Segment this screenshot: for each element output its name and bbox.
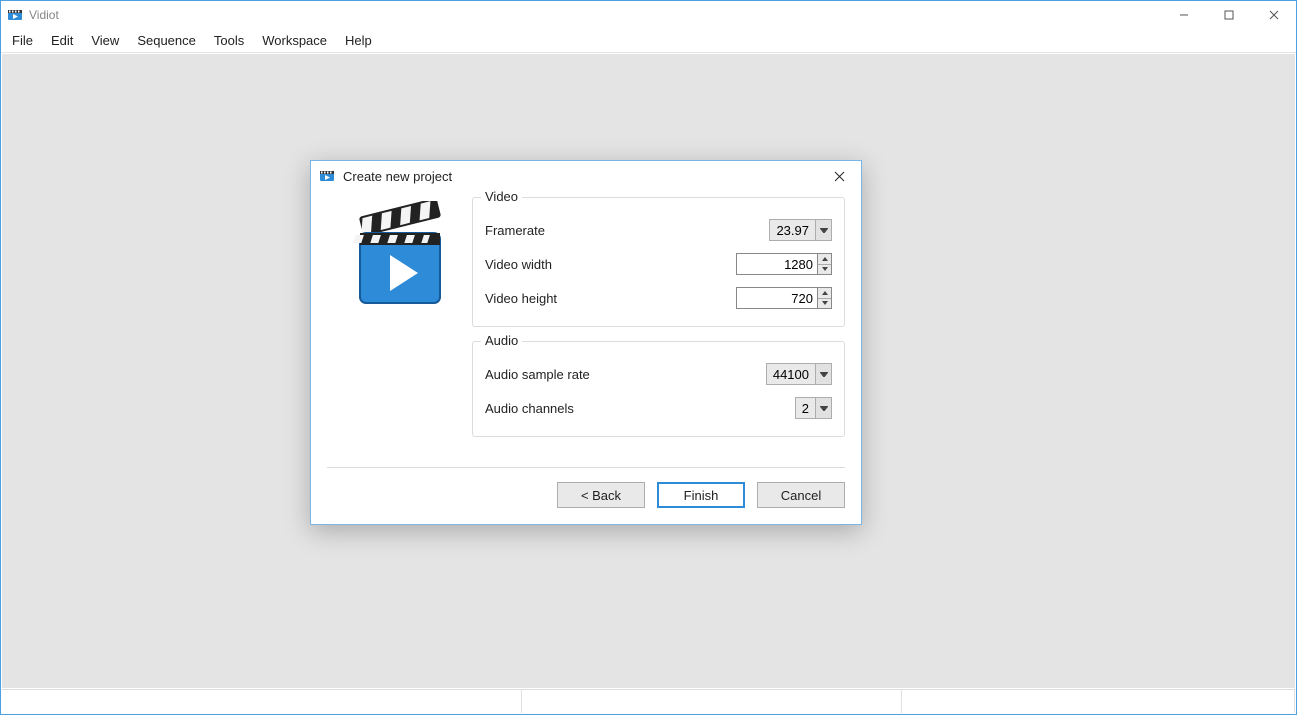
close-button[interactable]: [1251, 1, 1296, 29]
video-height-value: 720: [737, 288, 817, 308]
framerate-label: Framerate: [485, 223, 769, 238]
channels-select[interactable]: 2: [795, 397, 832, 419]
app-icon: [7, 7, 23, 23]
dialog-buttons: < Back Finish Cancel: [311, 468, 861, 524]
titlebar: Vidiot: [1, 1, 1296, 29]
status-cell: [2, 690, 522, 713]
audio-group: Audio Audio sample rate 44100 Audio chan…: [472, 341, 845, 437]
dialog-titlebar: Create new project: [311, 161, 861, 191]
menu-tools[interactable]: Tools: [205, 30, 253, 51]
samplerate-select[interactable]: 44100: [766, 363, 832, 385]
spin-up-icon[interactable]: [818, 288, 831, 299]
back-button[interactable]: < Back: [557, 482, 645, 508]
menu-sequence[interactable]: Sequence: [128, 30, 205, 51]
menu-file[interactable]: File: [3, 30, 42, 51]
framerate-select[interactable]: 23.97: [769, 219, 832, 241]
dialog-close-button[interactable]: [819, 162, 859, 190]
menubar: File Edit View Sequence Tools Workspace …: [1, 29, 1296, 53]
minimize-button[interactable]: [1161, 1, 1206, 29]
status-cell: [902, 690, 1295, 713]
app-title: Vidiot: [29, 8, 59, 22]
video-width-label: Video width: [485, 257, 736, 272]
video-width-value: 1280: [737, 254, 817, 274]
cancel-button[interactable]: Cancel: [757, 482, 845, 508]
video-height-label: Video height: [485, 291, 736, 306]
maximize-button[interactable]: [1206, 1, 1251, 29]
audio-legend: Audio: [481, 333, 522, 348]
video-width-stepper[interactable]: 1280: [736, 253, 832, 275]
dialog-title: Create new project: [343, 169, 819, 184]
finish-button[interactable]: Finish: [657, 482, 745, 508]
samplerate-value: 44100: [767, 367, 815, 382]
samplerate-label: Audio sample rate: [485, 367, 766, 382]
statusbar: [2, 689, 1295, 713]
spin-down-icon[interactable]: [818, 265, 831, 275]
menu-edit[interactable]: Edit: [42, 30, 82, 51]
chevron-down-icon: [815, 220, 831, 240]
framerate-value: 23.97: [770, 223, 815, 238]
clapperboard-icon: [352, 201, 448, 313]
video-legend: Video: [481, 189, 522, 204]
spin-up-icon[interactable]: [818, 254, 831, 265]
spin-down-icon[interactable]: [818, 299, 831, 309]
status-cell: [522, 690, 902, 713]
create-project-dialog: Create new project: [310, 160, 862, 525]
menu-view[interactable]: View: [82, 30, 128, 51]
video-group: Video Framerate 23.97 Video width 1280: [472, 197, 845, 327]
chevron-down-icon: [815, 398, 831, 418]
menu-workspace[interactable]: Workspace: [253, 30, 336, 51]
channels-label: Audio channels: [485, 401, 795, 416]
video-height-stepper[interactable]: 720: [736, 287, 832, 309]
chevron-down-icon: [815, 364, 831, 384]
app-icon: [319, 168, 335, 184]
window-controls: [1161, 1, 1296, 29]
channels-value: 2: [796, 401, 815, 416]
menu-help[interactable]: Help: [336, 30, 381, 51]
